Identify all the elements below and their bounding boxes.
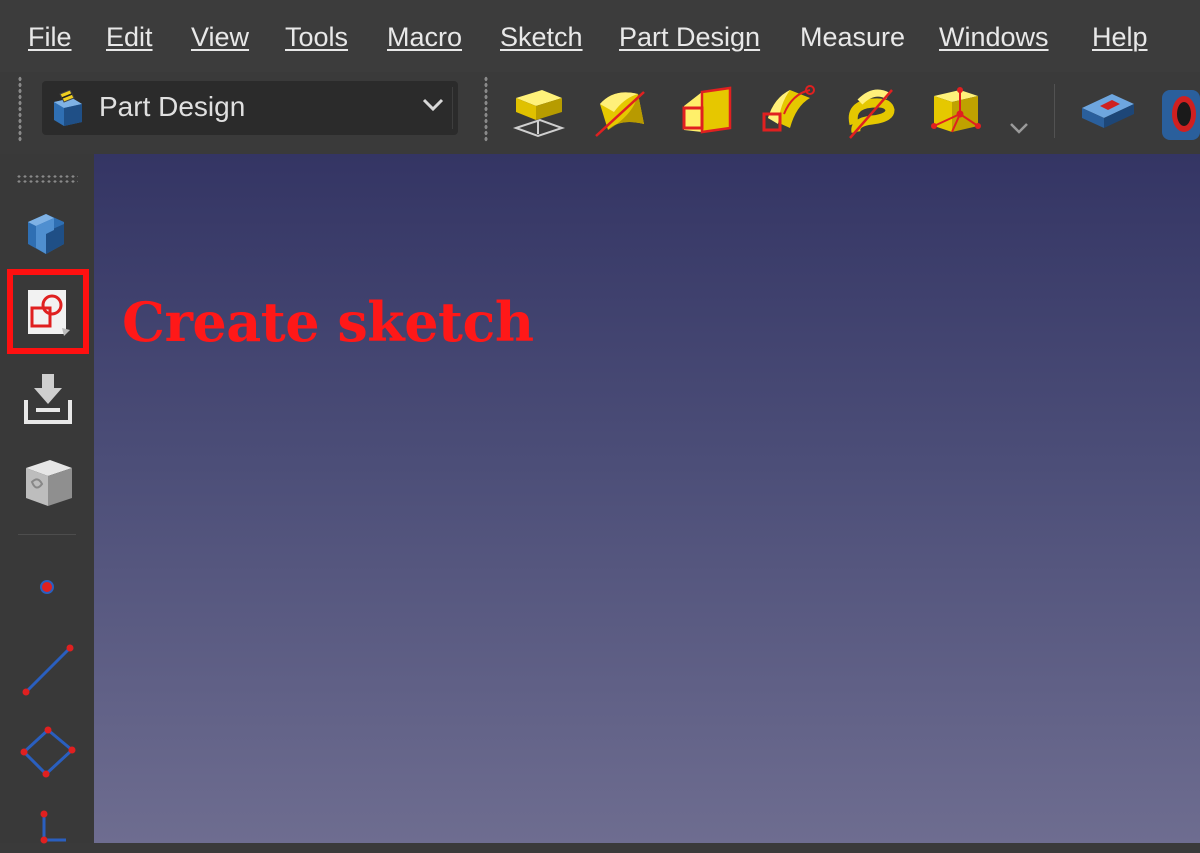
- toolbar-separator: [1054, 84, 1055, 138]
- menu-bar: File Edit View Tools Macro Sketch Part D…: [0, 0, 1200, 72]
- toolbar-grip[interactable]: [16, 174, 78, 184]
- selector-divider: [452, 87, 453, 129]
- hole-icon[interactable]: [1158, 84, 1200, 147]
- sketch-line-icon[interactable]: [20, 642, 76, 705]
- workbench-selector[interactable]: Part Design: [42, 81, 458, 135]
- create-sketch-icon[interactable]: [26, 288, 72, 343]
- pad-icon[interactable]: [512, 84, 566, 147]
- menu-measure[interactable]: Measure: [800, 20, 905, 54]
- 3d-viewport[interactable]: Create sketch: [94, 154, 1200, 843]
- sketch-rectangle-icon[interactable]: [20, 726, 78, 787]
- chevron-down-icon: [422, 98, 444, 117]
- part-design-workbench-icon: [48, 89, 88, 131]
- toolbar-separator: [18, 534, 76, 535]
- menu-windows[interactable]: Windows: [939, 20, 1049, 54]
- toolbar-overflow-chevron-icon[interactable]: [1008, 122, 1030, 141]
- menu-macro[interactable]: Macro: [387, 20, 462, 54]
- revolution-icon[interactable]: [594, 84, 650, 145]
- menu-view[interactable]: View: [191, 20, 249, 54]
- create-body-icon[interactable]: [24, 208, 70, 263]
- workbench-selector-label: Part Design: [99, 91, 246, 122]
- pocket-icon[interactable]: [1078, 84, 1136, 139]
- menu-sketch[interactable]: Sketch: [500, 20, 583, 54]
- additive-helix-icon[interactable]: [844, 84, 900, 147]
- shape-binder-icon[interactable]: [22, 456, 76, 513]
- toolbar-grip[interactable]: [18, 76, 22, 142]
- workbench-toolbar: Part Design: [0, 72, 1200, 154]
- toolbar-grip[interactable]: [484, 76, 488, 142]
- menu-help[interactable]: Help: [1092, 20, 1148, 54]
- sketch-toolbar: [0, 154, 94, 844]
- additive-pipe-icon[interactable]: [760, 84, 818, 145]
- menu-file[interactable]: File: [28, 20, 72, 54]
- additive-box-icon[interactable]: [930, 84, 984, 143]
- additive-loft-icon[interactable]: [680, 84, 734, 145]
- sketch-point-icon[interactable]: [38, 578, 56, 601]
- menu-part-design[interactable]: Part Design: [619, 20, 760, 54]
- menu-edit[interactable]: Edit: [106, 20, 153, 54]
- attach-sketch-icon[interactable]: [22, 374, 74, 431]
- menu-tools[interactable]: Tools: [285, 20, 348, 54]
- sketch-polyline-icon[interactable]: [30, 808, 70, 853]
- annotation-label: Create sketch: [122, 290, 534, 354]
